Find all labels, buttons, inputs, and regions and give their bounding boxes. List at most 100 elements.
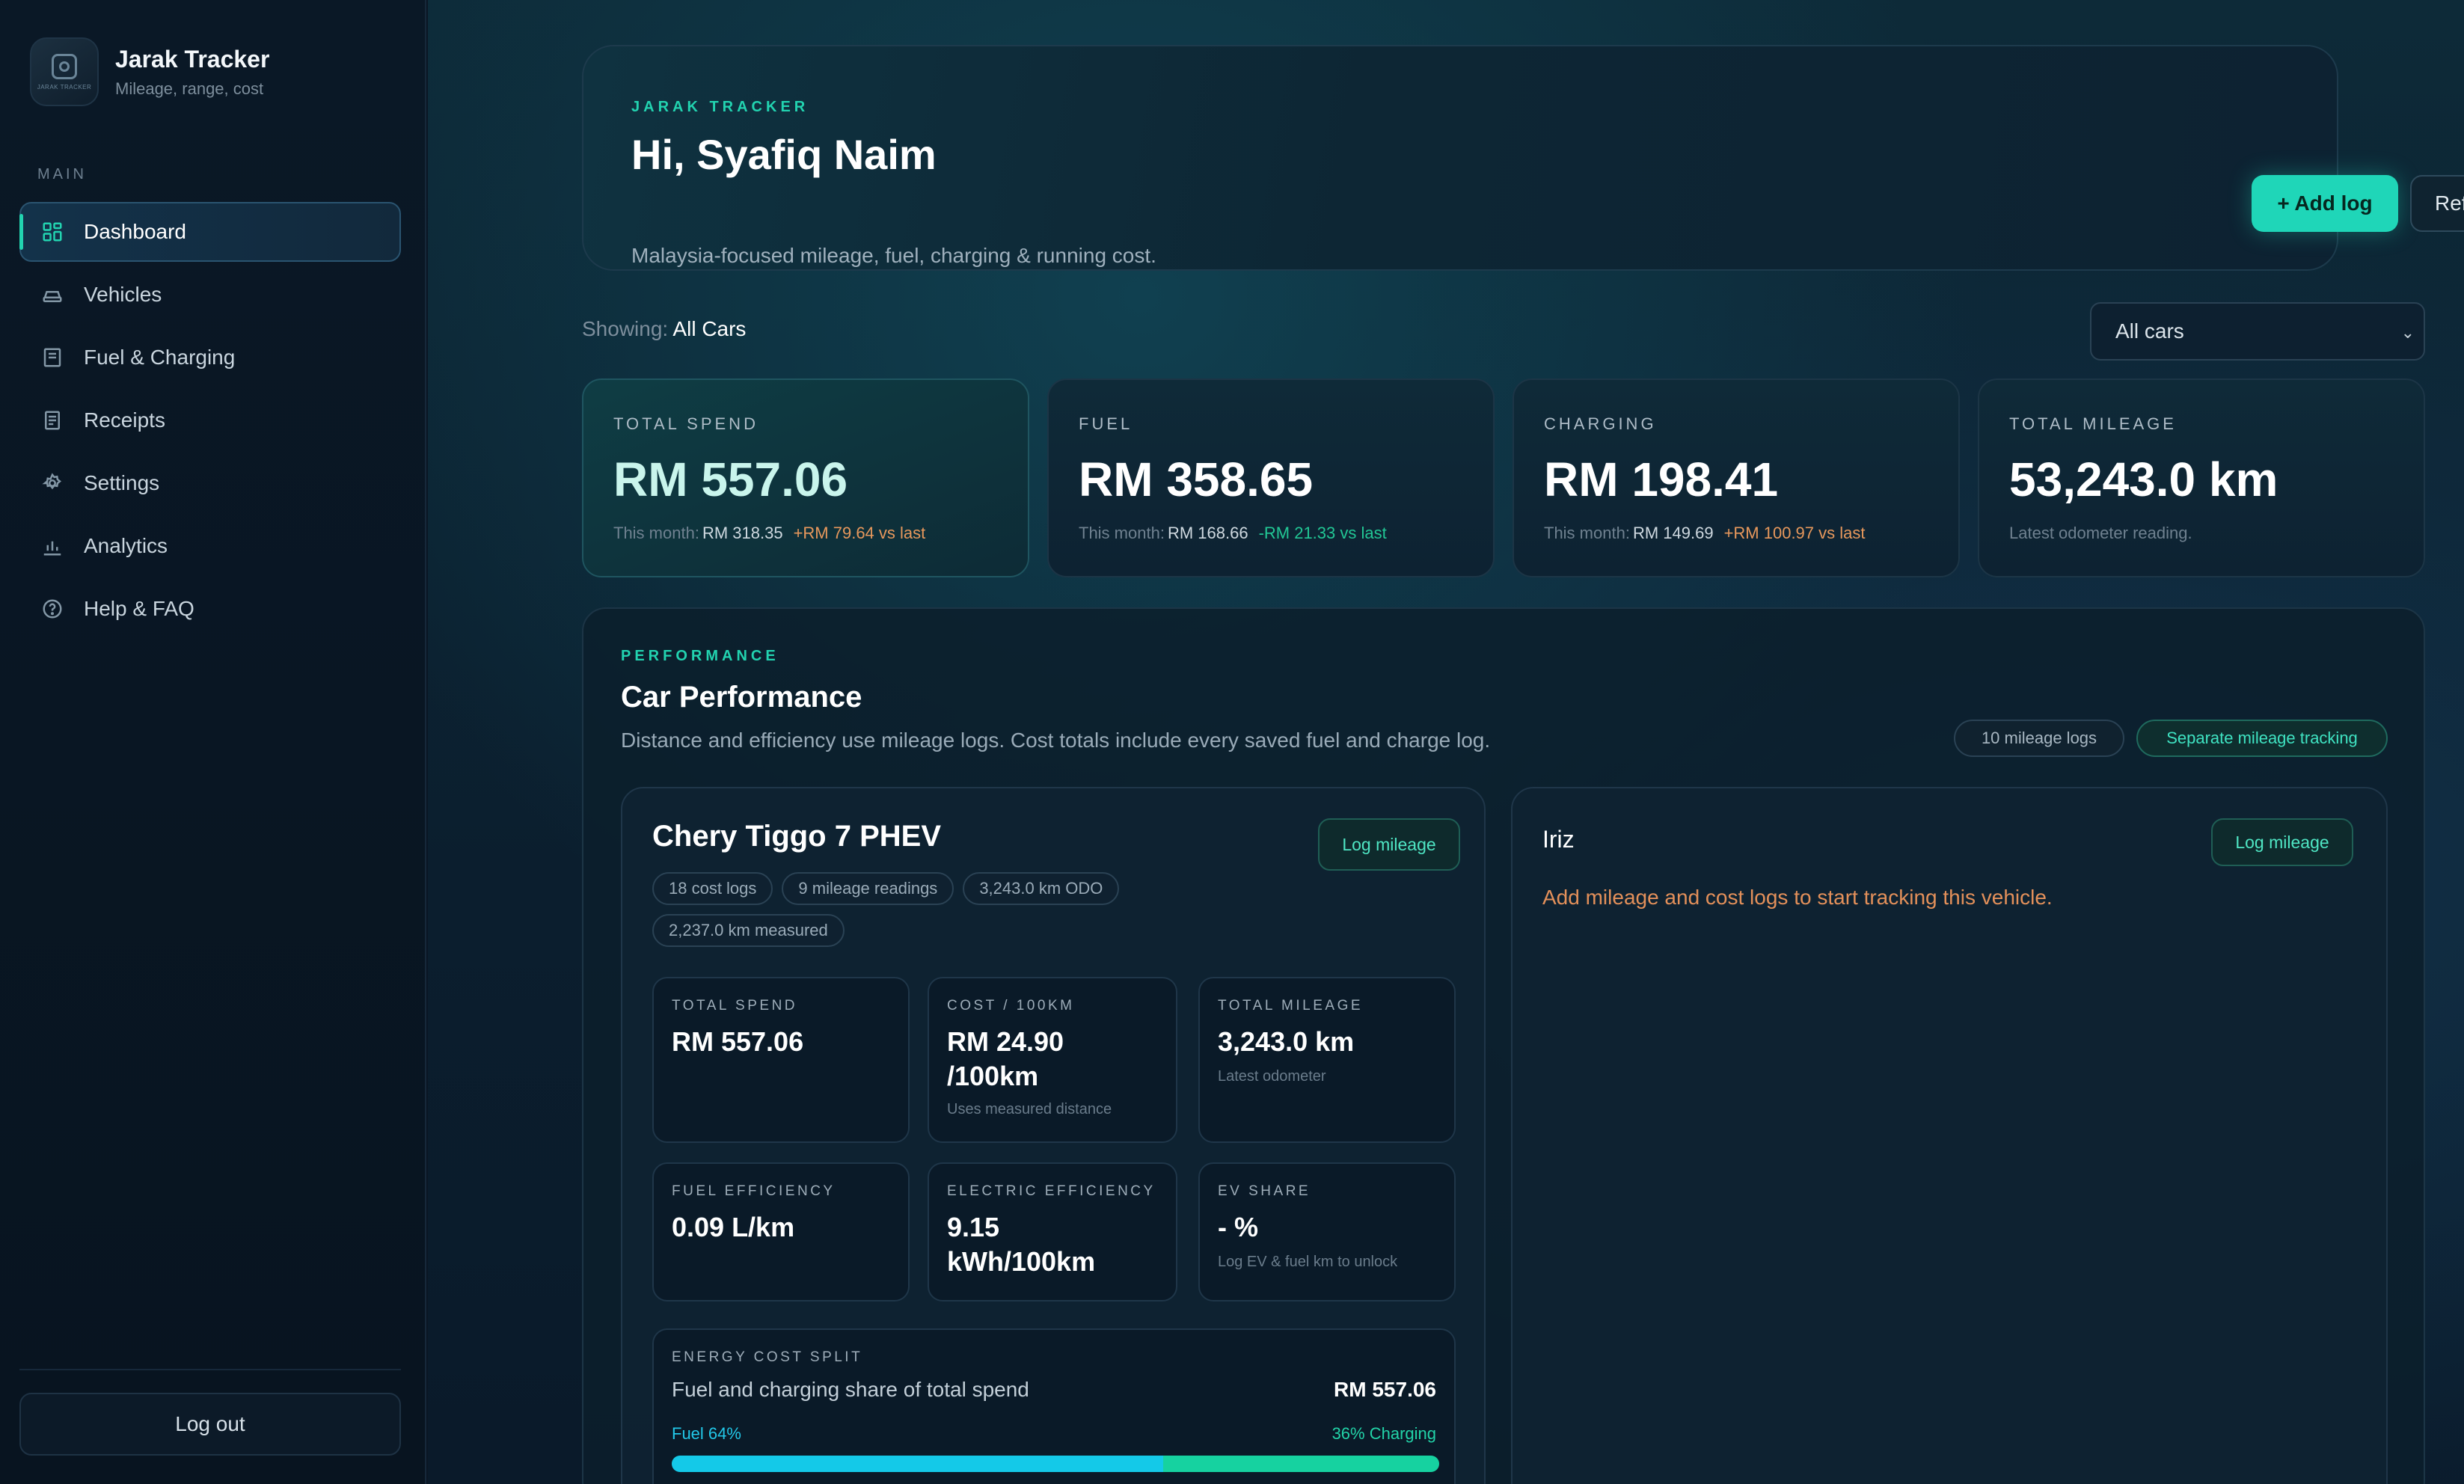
metric-label: COST / 100KM [947, 998, 1075, 1014]
metric-label: FUEL EFFICIENCY [672, 1183, 836, 1199]
performance-section: PERFORMANCE Car Performance Distance and… [582, 607, 2425, 1484]
chip-measured: 2,237.0 km measured [652, 914, 845, 947]
car-chips: 18 cost logs 9 mileage readings 3,243.0 km… [652, 872, 1221, 956]
dashboard-icon [40, 220, 64, 244]
performance-eyebrow: PERFORMANCE [621, 648, 779, 664]
stat-sub-label: This month: [1079, 524, 1165, 542]
metric-label: EV SHARE [1218, 1183, 1311, 1199]
sidebar-item-label: Settings [84, 471, 160, 494]
hero-card: JARAK TRACKER Hi, Syafiq Naim Malaysia-f… [582, 45, 2464, 271]
sidebar-item-vehicles[interactable]: Vehicles [19, 265, 401, 325]
stat-card-total-spend: TOTAL SPEND RM 557.06 This month: RM 318.… [582, 378, 1029, 577]
log-mileage-button[interactable]: Log mileage [2211, 818, 2353, 866]
stat-sub-label: This month: [1544, 524, 1630, 542]
separate-tracking-badge[interactable]: Separate mileage tracking [2136, 720, 2388, 757]
hero-eyebrow: JARAK TRACKER [631, 99, 809, 115]
split-progress-bar [672, 1456, 1439, 1472]
energy-cost-split: ENERGY COST SPLIT Fuel and charging shar… [652, 1328, 1456, 1484]
split-charging-label: 36% Charging [1331, 1424, 1436, 1443]
sidebar-item-label: Dashboard [84, 220, 186, 243]
stat-sub: This month: RM 318.35 +RM 79.64 vs last [613, 524, 925, 543]
empty-state-message: Add mileage and cost logs to start track… [1542, 886, 2053, 909]
stat-value: RM 358.65 [1079, 453, 1314, 506]
hero-subtitle: Malaysia-focused mileage, fuel, charging… [631, 244, 1156, 267]
metric-label: TOTAL SPEND [672, 998, 798, 1014]
metric-electric-efficiency: ELECTRIC EFFICIENCY 9.15 kWh/100km [928, 1162, 1177, 1301]
metric-label: TOTAL MILEAGE [1218, 998, 1364, 1014]
metric-value: 3,243.0 km [1218, 1026, 1355, 1057]
metric-total-spend: TOTAL SPEND RM 557.06 [652, 977, 910, 1143]
sidebar-item-help[interactable]: Help & FAQ [19, 579, 401, 639]
stat-sub: This month: RM 149.69 +RM 100.97 vs last [1544, 524, 1866, 543]
nav-section-label: MAIN [37, 166, 87, 183]
fuel-icon [40, 346, 64, 370]
car-name: Chery Tiggo 7 PHEV [652, 820, 942, 853]
metric-fuel-efficiency: FUEL EFFICIENCY 0.09 L/km [652, 1162, 910, 1301]
sidebar-item-dashboard[interactable]: Dashboard [19, 202, 401, 262]
stat-card-charging: CHARGING RM 198.41 This month: RM 149.69 +… [1513, 378, 1960, 577]
stat-card-total-mileage: TOTAL MILEAGE 53,243.0 km Latest odomete… [1978, 378, 2425, 577]
performance-description: Distance and efficiency use mileage logs… [621, 729, 1491, 752]
split-fuel-fill [672, 1456, 1163, 1472]
refresh-button[interactable]: Refresh [2410, 175, 2464, 232]
stat-sub-value: RM 168.66 [1167, 524, 1248, 542]
chip-mileage-readings: 9 mileage readings [782, 872, 954, 905]
sidebar-item-settings[interactable]: Settings [19, 453, 401, 513]
sidebar-item-receipts[interactable]: Receipts [19, 390, 401, 450]
showing-label: Showing: [582, 317, 669, 340]
metric-cost-per-100km: COST / 100KM RM 24.90 /100km Uses measur… [928, 977, 1177, 1143]
logout-button[interactable]: Log out [19, 1393, 401, 1456]
sidebar: JARAK TRACKER Jarak Tracker Mileage, ran… [0, 0, 426, 1484]
stat-value: RM 557.06 [613, 453, 848, 506]
split-charging-fill [1162, 1456, 1439, 1472]
stat-label: CHARGING [1544, 414, 1657, 433]
sidebar-item-analytics[interactable]: Analytics [19, 516, 401, 576]
metric-value: 9.15 kWh/100km [947, 1212, 1096, 1277]
log-mileage-button[interactable]: Log mileage [1318, 818, 1460, 871]
stat-delta: -RM 21.33 vs last [1258, 524, 1387, 542]
performance-title: Car Performance [621, 681, 862, 714]
stat-delta: +RM 100.97 vs last [1723, 524, 1866, 542]
split-label: ENERGY COST SPLIT [672, 1349, 863, 1365]
stat-label: TOTAL SPEND [613, 414, 758, 433]
metric-sub: Log EV & fuel km to unlock [1218, 1254, 1398, 1270]
app-logo: JARAK TRACKER [30, 37, 99, 106]
stat-sub-value: RM 318.35 [702, 524, 783, 542]
sidebar-divider [19, 1369, 401, 1370]
add-log-button[interactable]: + Add log [2252, 175, 2398, 232]
stat-label: TOTAL MILEAGE [2009, 414, 2177, 433]
metric-total-mileage: TOTAL MILEAGE 3,243.0 km Latest odometer [1198, 977, 1456, 1143]
car-filter-select[interactable]: All cars ⌄ [2090, 302, 2425, 361]
showing-value: All Cars [672, 317, 747, 340]
help-icon [40, 597, 64, 621]
car-name: Iriz [1542, 826, 1575, 853]
metric-sub: Uses measured distance [947, 1101, 1112, 1117]
metric-label: ELECTRIC EFFICIENCY [947, 1183, 1156, 1199]
sidebar-item-label: Receipts [84, 408, 165, 432]
chevron-down-icon: ⌄ [2400, 323, 2415, 342]
chip-odometer: 3,243.0 km ODO [963, 872, 1120, 905]
metric-sub: Latest odometer [1218, 1068, 1326, 1085]
logo-mark-icon [52, 53, 77, 79]
car-icon [40, 283, 64, 307]
split-description: Fuel and charging share of total spend [672, 1378, 1029, 1401]
app-title: Jarak Tracker [115, 45, 270, 73]
main-content: JARAK TRACKER Hi, Syafiq Naim Malaysia-f… [428, 0, 2464, 1484]
sidebar-item-label: Vehicles [84, 283, 162, 306]
metric-value: RM 557.06 [672, 1026, 804, 1057]
stat-sub-value: RM 149.69 [1632, 524, 1714, 542]
gear-icon [40, 471, 64, 495]
stat-sub: Latest odometer reading. [2009, 524, 2192, 543]
sidebar-nav: Dashboard Vehicles Fuel & Charging Recei… [19, 202, 401, 642]
stat-delta: +RM 79.64 vs last [793, 524, 926, 542]
car-card-chery-tiggo: Chery Tiggo 7 PHEV Log mileage 18 cost l… [621, 787, 1486, 1484]
sidebar-item-fuel-charging[interactable]: Fuel & Charging [19, 328, 401, 387]
stat-sub-label: This month: [613, 524, 699, 542]
sidebar-item-label: Help & FAQ [84, 597, 194, 620]
stat-card-fuel: FUEL RM 358.65 This month: RM 168.66 -RM 2… [1047, 378, 1495, 577]
page-title: Hi, Syafiq Naim [631, 131, 937, 178]
sidebar-item-label: Fuel & Charging [84, 346, 236, 369]
mileage-logs-badge: 10 mileage logs [1954, 720, 2124, 757]
bar-chart-icon [40, 534, 64, 558]
brand[interactable]: JARAK TRACKER Jarak Tracker Mileage, ran… [30, 37, 269, 106]
